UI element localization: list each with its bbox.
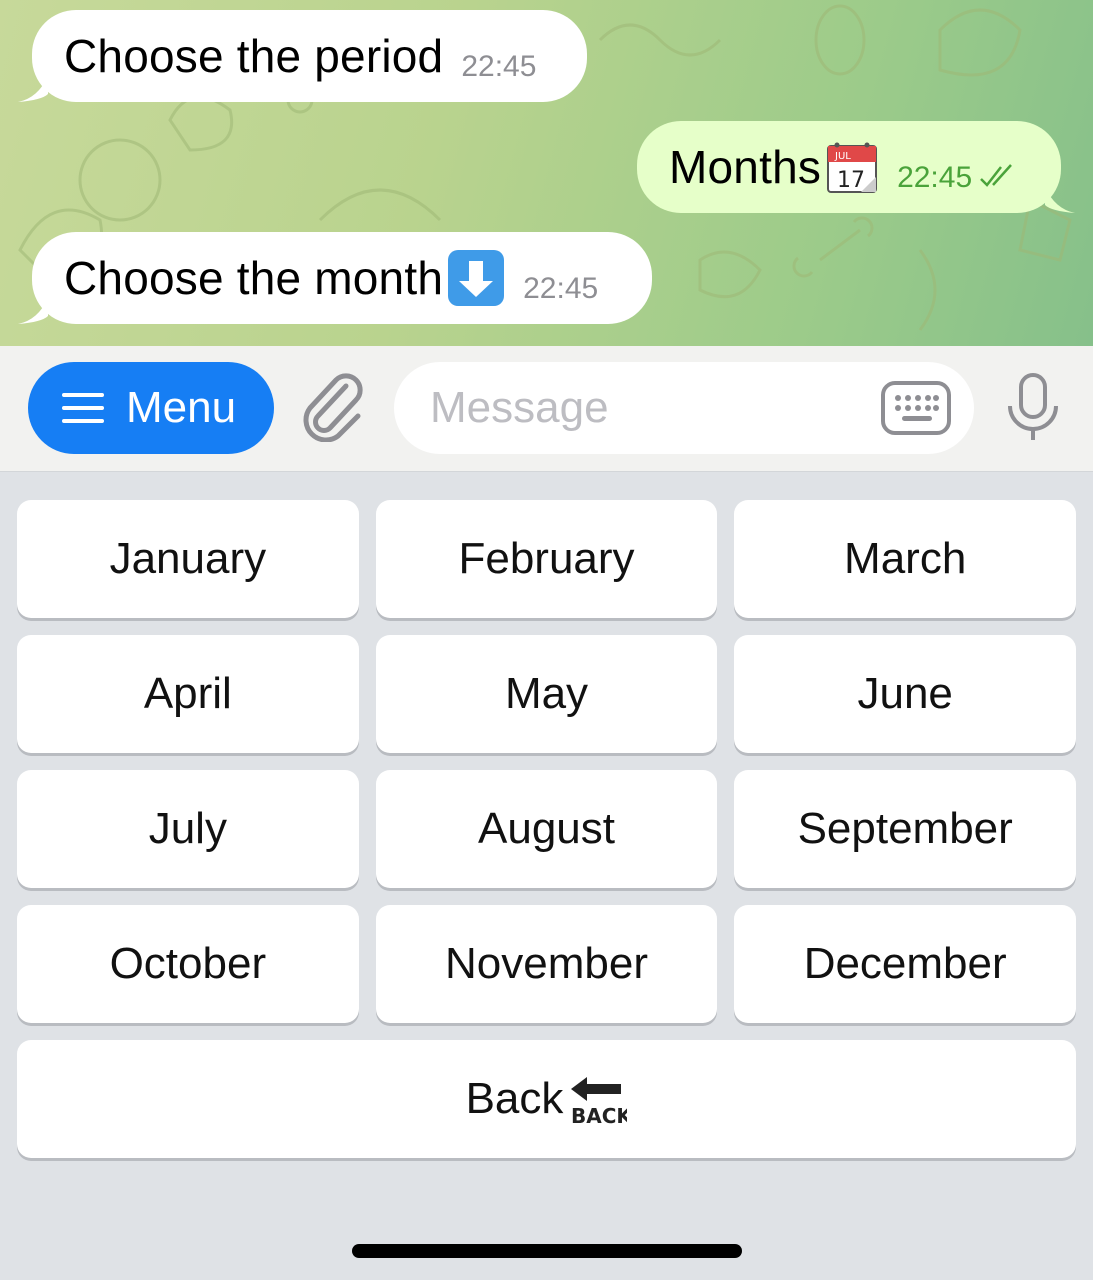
message-time: 22:45 [523, 272, 599, 305]
back-arrow-emoji-icon: BACK [571, 1077, 627, 1128]
key-january[interactable]: January [17, 500, 359, 618]
key-june[interactable]: June [734, 635, 1077, 753]
paperclip-icon[interactable] [300, 372, 368, 442]
keyboard-row: January February March [17, 500, 1077, 618]
key-april[interactable]: April [17, 635, 359, 753]
key-november[interactable]: November [375, 905, 718, 1023]
calendar-icon: JUL 17 [827, 142, 878, 193]
key-may[interactable]: May [375, 635, 718, 753]
message-time: 22:45 [897, 161, 973, 194]
input-bar: Menu Message [0, 346, 1093, 472]
message-placeholder: Message [430, 383, 609, 432]
message-outgoing[interactable]: Months JUL 17 22:45 [637, 121, 1075, 213]
keyboard-row: July August September [17, 770, 1077, 888]
microphone-icon[interactable] [1004, 372, 1062, 444]
key-march[interactable]: March [734, 500, 1077, 618]
key-december[interactable]: December [734, 905, 1077, 1023]
back-button[interactable]: Back BACK [17, 1040, 1076, 1158]
read-double-check-icon [980, 164, 1013, 187]
message-incoming[interactable]: Choose the month 22:45 [18, 232, 652, 324]
menu-label: Menu [126, 383, 237, 432]
bubble-tail [18, 298, 48, 324]
message-text: Choose the month [64, 252, 444, 304]
back-label: Back [465, 1074, 564, 1123]
reply-keyboard: January February March April May June Ju… [17, 500, 1077, 1175]
back-emoji-text: BACK [571, 1104, 627, 1128]
svg-text:JUL: JUL [834, 151, 851, 162]
bubble-tail [18, 76, 48, 102]
key-september[interactable]: September [734, 770, 1077, 888]
down-arrow-emoji-icon [448, 250, 505, 306]
menu-button[interactable]: Menu [28, 362, 274, 454]
key-august[interactable]: August [375, 770, 718, 888]
key-february[interactable]: February [375, 500, 718, 618]
key-july[interactable]: July [17, 770, 359, 888]
message-incoming[interactable]: Choose the period 22:45 [18, 10, 587, 102]
keyboard-row: October November December [17, 905, 1077, 1023]
home-indicator [352, 1244, 742, 1258]
message-text: Months [669, 141, 822, 193]
message-text: Choose the period [64, 30, 444, 82]
hamburger-icon [62, 393, 104, 423]
key-october[interactable]: October [17, 905, 359, 1023]
keyboard-row: Back BACK [17, 1040, 1076, 1158]
message-time: 22:45 [461, 50, 537, 83]
message-input[interactable]: Message [394, 362, 974, 454]
chat-area: Choose the period 22:45 Months JUL 17 22… [0, 0, 1093, 346]
bubble-tail [1045, 187, 1075, 213]
svg-text:17: 17 [837, 168, 865, 193]
keyboard-icon[interactable] [880, 380, 952, 436]
keyboard-row: April May June [17, 635, 1077, 753]
